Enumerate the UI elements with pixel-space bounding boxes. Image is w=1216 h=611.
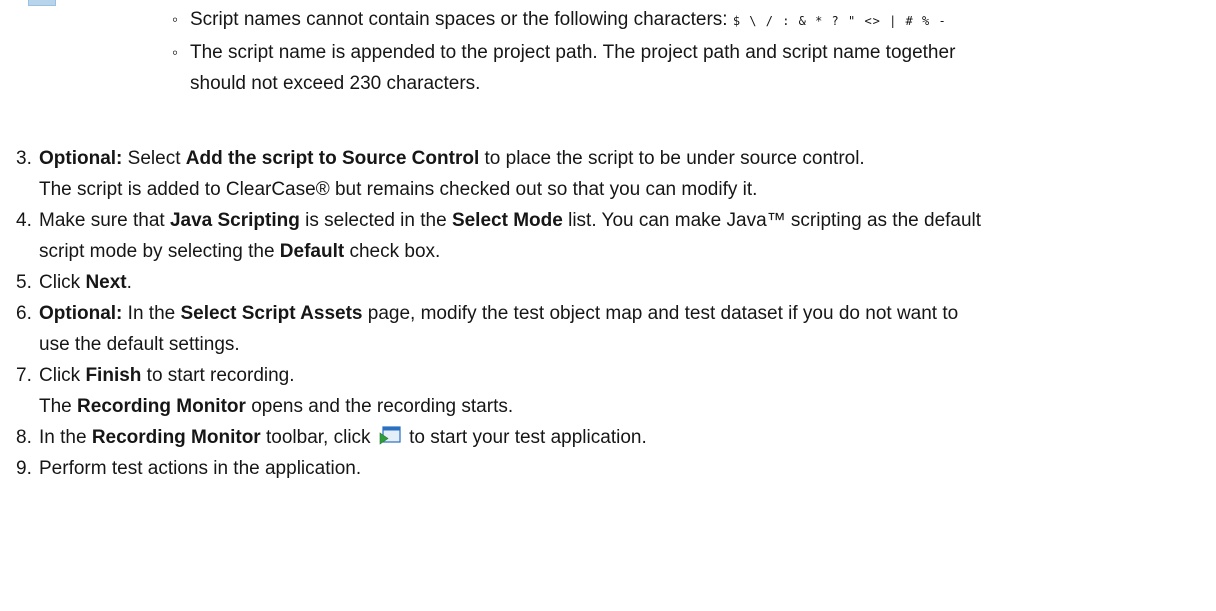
step-line: Click Next. — [39, 267, 1206, 298]
step-9: 9. Perform test actions in the applicati… — [16, 453, 1206, 484]
step-7: 7. Click Finish to start recording. The … — [16, 360, 1206, 422]
step-line: Optional: In the Select Script Assets pa… — [39, 298, 1206, 329]
step-line: In the Recording Monitor toolbar, click … — [39, 422, 1206, 453]
step-text: check box. — [344, 241, 441, 262]
ui-term: Recording Monitor — [77, 396, 246, 417]
step-8: 8. In the Recording Monitor toolbar, cli… — [16, 422, 1206, 453]
step-5: 5. Click Next. — [16, 267, 1206, 298]
step-text: toolbar, click — [260, 427, 376, 448]
step-text: In the — [39, 427, 92, 448]
step-number: 6. — [16, 303, 32, 324]
procedure-steps: 3. Optional: Select Add the script to So… — [16, 143, 1206, 484]
step-text: . — [126, 272, 132, 293]
step-6: 6. Optional: In the Select Script Assets… — [16, 298, 1206, 360]
step-number: 9. — [16, 458, 32, 479]
step-3: 3. Optional: Select Add the script to So… — [16, 143, 1206, 205]
step-number: 7. — [16, 365, 32, 386]
step-text: to place the script to be under source c… — [479, 148, 865, 169]
ui-term: Recording Monitor — [91, 427, 261, 448]
ui-term: Next — [85, 272, 127, 293]
step-line: script mode by selecting the Default che… — [39, 236, 1206, 267]
ui-term: Select Mode — [451, 210, 563, 231]
forbidden-characters: $ \ / : & * ? " <> | # % - — [732, 14, 947, 28]
step-text: is selected in the — [299, 210, 452, 231]
ui-term: Add the script to Source Control — [185, 148, 480, 169]
step-text: to start your test application. — [403, 427, 647, 448]
step-text: script mode by selecting the — [39, 241, 280, 262]
step-line: Optional: Select Add the script to Sourc… — [39, 143, 1206, 174]
step-number: 5. — [16, 272, 32, 293]
bullet-marker: ◦ — [172, 43, 179, 62]
step-text: In the — [122, 303, 181, 324]
step-line: Make sure that Java Scripting is selecte… — [39, 205, 1206, 236]
ui-term: Default — [279, 241, 345, 262]
step-text: list. You can make Java™ scripting as th… — [562, 210, 982, 231]
rule-text-line: The script name is appended to the proje… — [190, 42, 956, 63]
start-application-icon — [379, 425, 401, 445]
optional-label: Optional: — [39, 303, 123, 324]
list-item: ◦ The script name is appended to the pro… — [172, 37, 1202, 99]
step-text: opens and the recording starts. — [245, 396, 514, 417]
step-text: Make sure that — [39, 210, 170, 231]
step-text: to start recording. — [141, 365, 295, 386]
step-text: page, modify the test object map and tes… — [362, 303, 959, 324]
ui-term: Finish — [85, 365, 142, 386]
step-text: Click — [39, 272, 86, 293]
ui-term: Java Scripting — [169, 210, 300, 231]
step-line: The Recording Monitor opens and the reco… — [39, 391, 1206, 422]
step-number: 4. — [16, 210, 32, 231]
step-line: The script is added to ClearCase® but re… — [39, 179, 758, 200]
rule-text-line: should not exceed 230 characters. — [190, 73, 481, 94]
ui-term: Select Script Assets — [180, 303, 363, 324]
step-line: Perform test actions in the application. — [39, 458, 362, 479]
step-number: 8. — [16, 427, 32, 448]
bullet-marker: ◦ — [172, 10, 179, 29]
step-number: 3. — [16, 148, 32, 169]
step-line: Click Finish to start recording. — [39, 360, 1206, 391]
step-text: Click — [39, 365, 86, 386]
script-name-rules-list: ◦ Script names cannot contain spaces or … — [172, 0, 1202, 99]
optional-label: Optional: — [39, 148, 123, 169]
step-line: use the default settings. — [39, 334, 240, 355]
list-item: ◦ Script names cannot contain spaces or … — [172, 4, 1202, 37]
image-fragment — [28, 0, 56, 6]
step-4: 4. Make sure that Java Scripting is sele… — [16, 205, 1206, 267]
rule-text: Script names cannot contain spaces or th… — [190, 9, 733, 30]
step-text: The — [39, 396, 78, 417]
step-text: Select — [122, 148, 186, 169]
